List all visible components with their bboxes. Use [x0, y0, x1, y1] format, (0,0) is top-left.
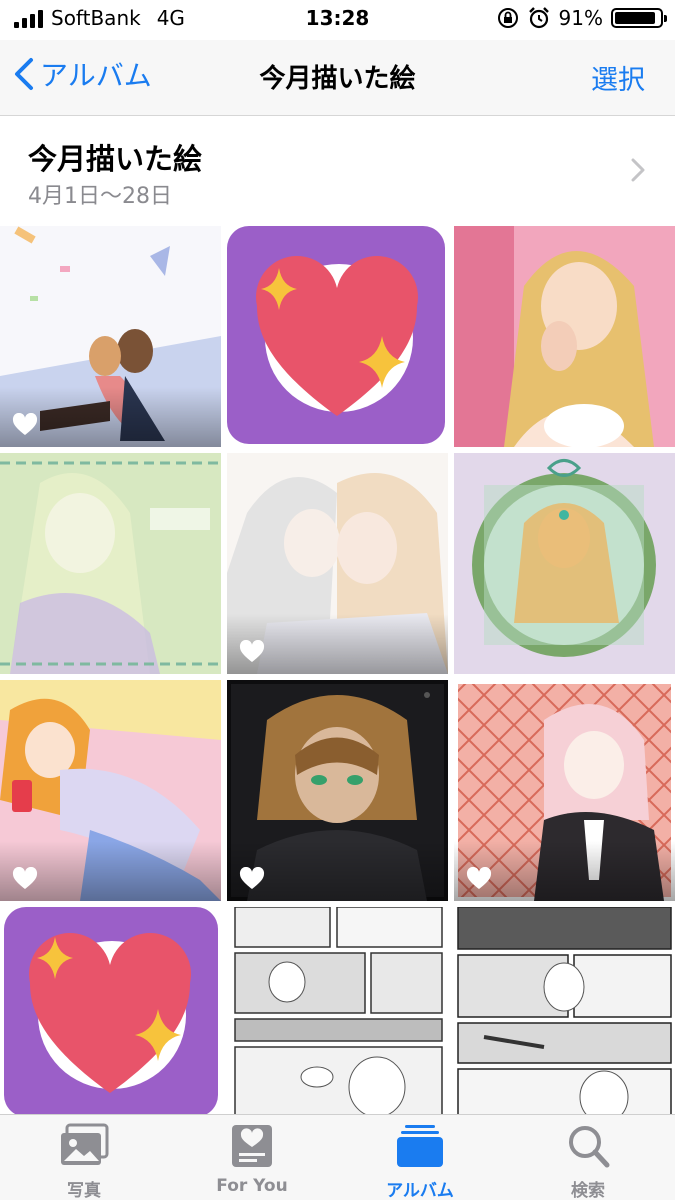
photo-thumbnail[interactable]	[0, 680, 221, 901]
photo-image	[454, 226, 675, 447]
status-bar: SoftBank 4G 13:28 91%	[0, 0, 675, 40]
photo-thumbnail[interactable]	[0, 907, 221, 1128]
rotation-lock-icon	[497, 8, 518, 28]
battery-percent: 91%	[558, 6, 603, 30]
select-button[interactable]: 選択	[591, 58, 645, 97]
album-header[interactable]: 今月描いた絵 4月1日〜28日	[0, 116, 675, 226]
photo-thumbnail[interactable]	[454, 453, 675, 674]
albums-icon	[397, 1125, 443, 1167]
alarm-icon	[528, 7, 549, 29]
photo-thumbnail[interactable]	[0, 453, 221, 674]
photo-image	[0, 453, 221, 674]
favorite-heart-icon	[12, 413, 38, 435]
tab-photos[interactable]: 写真	[0, 1115, 168, 1201]
photo-thumbnail[interactable]	[227, 907, 448, 1128]
photo-thumbnail[interactable]	[0, 226, 221, 447]
heart-app-icon-image	[227, 226, 448, 447]
tab-search[interactable]: 検索	[504, 1115, 672, 1201]
photo-thumbnail[interactable]	[227, 453, 448, 674]
status-right: 91%	[497, 6, 667, 30]
photo-thumbnail[interactable]	[227, 226, 448, 447]
photo-thumbnail[interactable]	[227, 680, 448, 901]
tab-label: 写真	[67, 1181, 101, 1201]
photo-thumbnail[interactable]	[454, 680, 675, 901]
favorite-heart-icon	[239, 867, 265, 889]
favorite-heart-icon	[239, 640, 265, 662]
navigation-bar: アルバム 今月描いた絵 選択	[0, 40, 675, 116]
favorite-heart-icon	[466, 867, 492, 889]
photos-icon	[61, 1123, 109, 1165]
page-title: 今月描いた絵	[259, 64, 416, 94]
search-icon	[569, 1126, 610, 1168]
photo-thumbnail[interactable]	[454, 226, 675, 447]
album-title: 今月描いた絵	[28, 142, 203, 176]
tab-albums[interactable]: アルバム	[336, 1115, 504, 1201]
for-you-icon	[232, 1125, 272, 1167]
tab-label: For You	[216, 1176, 288, 1196]
manga-page-image	[454, 907, 675, 1128]
tab-label: 検索	[571, 1181, 605, 1201]
battery-icon	[611, 8, 667, 28]
tab-bar: 写真 For You アルバム 検索	[0, 1114, 675, 1201]
heart-app-icon-image	[0, 907, 221, 1128]
album-date-range: 4月1日〜28日	[28, 184, 172, 209]
photo-thumbnail[interactable]	[454, 907, 675, 1128]
photo-image	[454, 453, 675, 674]
chevron-right-icon	[631, 158, 645, 182]
favorite-heart-icon	[12, 867, 38, 889]
manga-page-image	[227, 907, 448, 1128]
tab-label: アルバム	[386, 1181, 454, 1201]
tab-for-you[interactable]: For You	[168, 1115, 336, 1201]
